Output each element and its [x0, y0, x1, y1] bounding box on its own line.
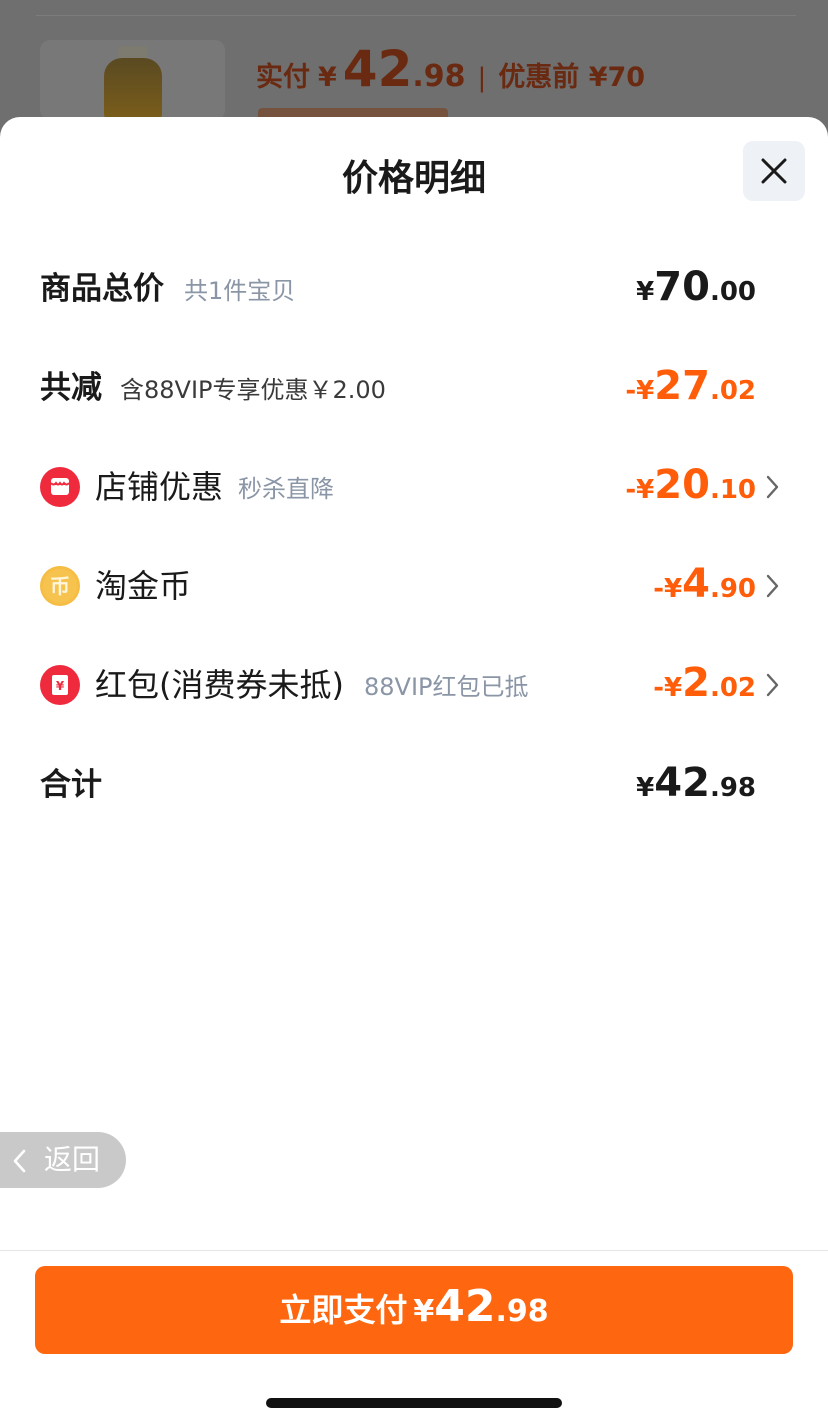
- close-icon: [761, 158, 787, 184]
- coin-minus: -: [653, 574, 664, 604]
- coin-glyph: 币: [50, 574, 70, 598]
- background-divider: [36, 15, 796, 16]
- red-packet-icon: ¥: [40, 665, 80, 705]
- packet-int: 2: [682, 660, 710, 706]
- discount-total-amount: - ¥ 27 .02: [625, 362, 756, 415]
- sheet-title: 价格明细: [341, 158, 486, 199]
- taojin-coin-row[interactable]: 币 淘金币 - ¥ 4 .90: [0, 556, 828, 616]
- store-icon: [40, 467, 80, 507]
- discount-yen: ¥: [636, 376, 655, 406]
- red-packet-label: 红包(消费券未抵): [95, 666, 344, 704]
- coin-int: 4: [682, 561, 710, 607]
- total-amount: ¥ 42 .98: [636, 759, 756, 812]
- total-yen: ¥: [636, 773, 655, 803]
- coin-icon: 币: [40, 566, 80, 606]
- price-detail-sheet: 价格明细 商品总价 共1件宝贝 ¥ 70 .00 共减 含88VIP专享优惠￥2…: [0, 117, 828, 1426]
- red-packet-row[interactable]: ¥ 红包(消费券未抵) 88VIP红包已抵 - ¥ 2 .02: [0, 655, 828, 715]
- store-discount-label: 店铺优惠: [95, 468, 224, 506]
- paid-yen: ¥: [318, 62, 337, 93]
- discount-total-label: 共减: [40, 370, 102, 406]
- subtotal-yen: ¥: [636, 277, 655, 307]
- chevron-right-icon: [766, 673, 779, 697]
- red-packet-amount: - ¥ 2 .02: [653, 659, 756, 712]
- store-discount-row[interactable]: 店铺优惠 秒杀直降 - ¥ 20 .10: [0, 457, 828, 517]
- coin-yen: ¥: [664, 574, 683, 604]
- packet-dec: .02: [709, 673, 756, 703]
- pay-now-button[interactable]: 立即支付 ¥ 42 .98: [35, 1266, 793, 1354]
- back-label: 返回: [44, 1143, 101, 1176]
- red-packet-yen: ¥: [56, 679, 65, 693]
- before-discount-price: 优惠前 ¥70: [498, 62, 646, 93]
- packet-yen: ¥: [664, 673, 683, 703]
- vip-discount-note: 含88VIP专享优惠￥2.00: [120, 376, 386, 404]
- store-minus: -: [625, 475, 637, 505]
- subtotal-int: 70: [654, 264, 710, 310]
- store-yen: ¥: [636, 475, 655, 505]
- taojin-coin-label: 淘金币: [95, 567, 192, 605]
- total-dec: .98: [709, 773, 756, 803]
- pay-yen: ¥: [413, 1294, 435, 1329]
- packet-minus: -: [653, 673, 664, 703]
- discount-dec: .02: [709, 376, 756, 406]
- red-packet-glyph: ¥: [52, 675, 68, 695]
- product-bottle-image: [104, 58, 162, 120]
- store-discount-amount: - ¥ 20 .10: [625, 461, 756, 514]
- item-count: 共1件宝贝: [184, 277, 296, 305]
- discount-minus: -: [625, 376, 637, 406]
- taojin-coin-amount: - ¥ 4 .90: [653, 560, 756, 613]
- back-button[interactable]: 返回: [0, 1132, 126, 1188]
- pay-now-label: 立即支付: [279, 1291, 408, 1329]
- pay-amount-dec: .98: [495, 1294, 549, 1329]
- store-int: 20: [654, 462, 710, 508]
- discount-int: 27: [654, 363, 710, 409]
- subtotal-dec: .00: [709, 277, 756, 307]
- subtotal-label: 商品总价: [40, 271, 164, 307]
- total-label: 合计: [40, 767, 102, 803]
- store-dec: .10: [709, 475, 756, 505]
- paid-label: 实付: [256, 62, 310, 93]
- paid-amount-dec: .98: [412, 59, 466, 94]
- home-indicator[interactable]: [266, 1398, 562, 1408]
- pay-amount-int: 42: [434, 1281, 496, 1332]
- store-glyph: [50, 478, 70, 495]
- red-packet-note: 88VIP红包已抵: [364, 673, 529, 701]
- total-row: 合计 ¥ 42 .98: [0, 755, 828, 815]
- background-price-summary: 实付 ¥ 42 .98 | 优惠前 ¥70: [256, 40, 645, 110]
- paid-amount-int: 42: [342, 40, 413, 98]
- price-separator: |: [477, 63, 487, 93]
- coin-dec: .90: [709, 574, 756, 604]
- chevron-right-icon: [766, 574, 779, 598]
- subtotal-amount: ¥ 70 .00: [636, 263, 756, 316]
- discount-total-row: 共减 含88VIP专享优惠￥2.00 - ¥ 27 .02: [0, 358, 828, 418]
- total-int: 42: [654, 760, 710, 806]
- close-button[interactable]: [743, 141, 805, 201]
- subtotal-row: 商品总价 共1件宝贝 ¥ 70 .00: [0, 259, 828, 319]
- store-discount-note: 秒杀直降: [238, 475, 334, 503]
- footer-divider: [0, 1250, 828, 1251]
- chevron-right-icon: [766, 475, 779, 499]
- chevron-left-icon: [13, 1149, 26, 1173]
